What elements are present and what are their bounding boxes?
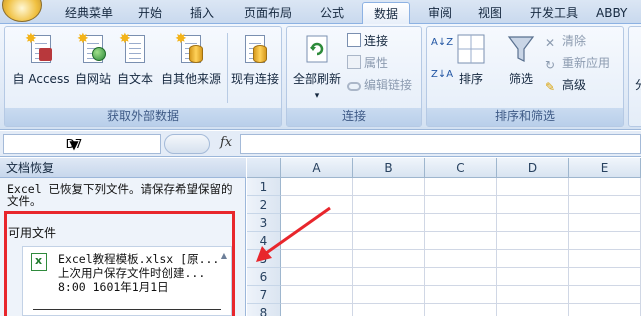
annotation-arrow-icon <box>256 206 331 262</box>
